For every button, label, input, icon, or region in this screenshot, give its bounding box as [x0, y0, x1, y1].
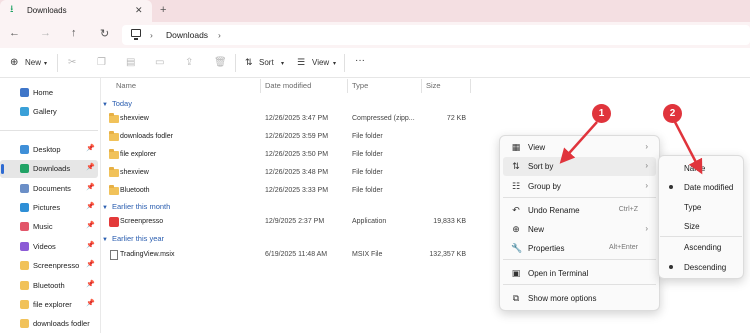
annotation-overlay	[559, 121, 703, 175]
annotation-badge-1: 1	[592, 104, 611, 123]
annotation-arrow-2	[673, 121, 703, 175]
annotation-badge-2: 2	[663, 104, 682, 123]
annotation-arrow-1	[559, 121, 598, 164]
